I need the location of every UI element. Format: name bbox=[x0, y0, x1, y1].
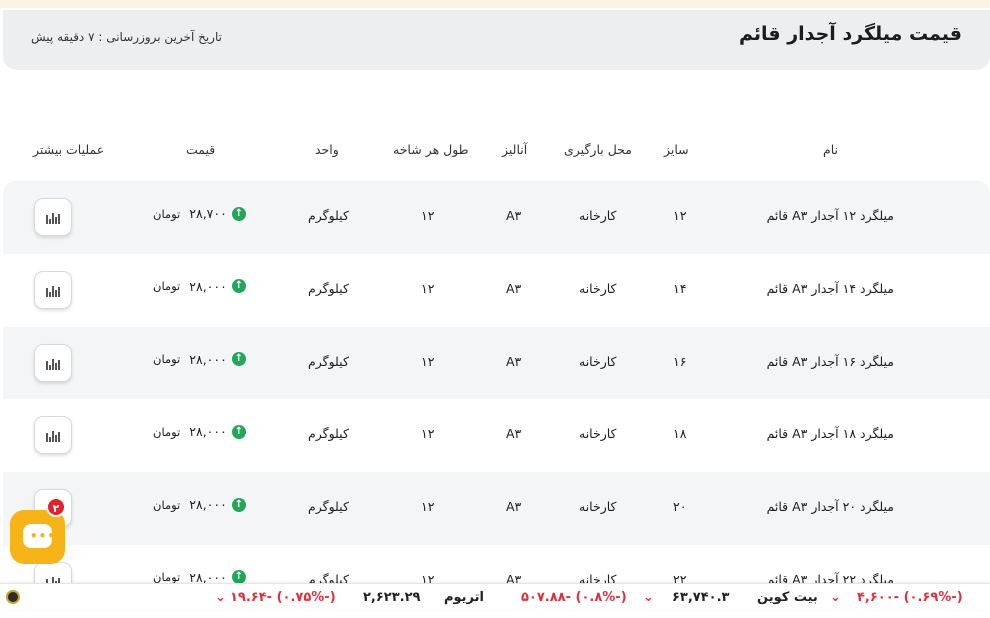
chat-dots: ••• bbox=[30, 529, 57, 543]
price-cell: ↑ ۲۸,۰۰۰ تومان bbox=[153, 424, 246, 439]
table-row: میلگرد ۱۲ آجدار A۳ قائم ۱۲ کارخانه A۳ ۱۲… bbox=[3, 181, 990, 254]
chart-button[interactable] bbox=[34, 270, 72, 309]
table-row: میلگرد ۱۸ آجدار A۳ قائم ۱۸ کارخانه A۳ ۱۲… bbox=[3, 399, 990, 472]
unit-cell: کیلوگرم bbox=[308, 426, 349, 442]
price-value: ۲۸,۰۰۰ bbox=[189, 424, 227, 440]
size-cell: ۱۶ bbox=[673, 353, 687, 369]
analysis-cell: A۳ bbox=[506, 499, 522, 515]
price-cell: ↑ ۲۸,۰۰۰ تومان bbox=[153, 352, 246, 367]
column-header-price: قیمت bbox=[186, 142, 216, 157]
ticker-item1-change: ۴,۶۰۰- (۰.۶۹%-) bbox=[857, 590, 963, 605]
ticker-ethereum-change: ۱۹.۶۴- (۰.۷۵%-) bbox=[230, 590, 336, 605]
unit-cell: کیلوگرم bbox=[308, 208, 349, 223]
chart-button[interactable] bbox=[34, 343, 72, 382]
size-cell: ۱۴ bbox=[673, 280, 687, 296]
column-header-size: سایز bbox=[664, 142, 689, 157]
ticker-bitcoin-price[interactable]: ۶۳,۷۴۰.۳ bbox=[672, 590, 729, 605]
product-name[interactable]: میلگرد ۱۶ آجدار A۳ قائم bbox=[767, 354, 894, 369]
length-cell: ۱۲ bbox=[421, 426, 435, 442]
column-header-more: عملیات بیشتر bbox=[33, 142, 105, 157]
price-cell: ↑ ۲۸,۷۰۰ تومان bbox=[153, 206, 246, 221]
price-ticker: ⌄ ۱۹.۶۴- (۰.۷۵%-) ۲,۶۲۳.۲۹ اتریوم ۵۰۷.۸۸… bbox=[0, 583, 990, 610]
product-name[interactable]: میلگرد ۱۴ آجدار A۳ قائم bbox=[767, 281, 894, 296]
analysis-cell: A۳ bbox=[506, 353, 522, 369]
bar-chart-icon bbox=[46, 285, 60, 297]
size-cell: ۱۲ bbox=[673, 208, 687, 223]
arrow-up-icon: ↑ bbox=[231, 206, 246, 221]
page-title: قیمت میلگرد آجدار قائم bbox=[738, 23, 962, 45]
unit-cell: کیلوگرم bbox=[308, 353, 349, 369]
ticker-ethereum-price[interactable]: ۲,۶۲۳.۲۹ bbox=[363, 590, 420, 605]
place-cell: کارخانه bbox=[579, 499, 617, 515]
bar-chart-icon bbox=[46, 431, 60, 443]
table-row: میلگرد ۱۴ آجدار A۳ قائم ۱۴ کارخانه A۳ ۱۲… bbox=[3, 254, 990, 327]
unit-cell: کیلوگرم bbox=[308, 499, 349, 515]
currency-label: تومان bbox=[153, 206, 181, 221]
arrow-up-icon: ↑ bbox=[231, 352, 246, 367]
length-cell: ۱۲ bbox=[421, 353, 435, 369]
price-value: ۲۸,۷۰۰ bbox=[189, 206, 227, 221]
price-value: ۲۸,۰۰۰ bbox=[189, 497, 227, 513]
place-cell: کارخانه bbox=[579, 353, 617, 369]
top-strip bbox=[0, 0, 990, 8]
length-cell: ۱۲ bbox=[421, 208, 435, 223]
column-header-analysis: آنالیز bbox=[502, 142, 528, 157]
chevron-down-icon: ⌄ bbox=[830, 590, 841, 605]
bar-chart-icon bbox=[46, 358, 60, 370]
price-value: ۲۸,۰۰۰ bbox=[189, 278, 227, 294]
arrow-up-icon: ↑ bbox=[231, 279, 246, 294]
currency-label: تومان bbox=[153, 279, 181, 294]
analysis-cell: A۳ bbox=[506, 208, 522, 223]
analysis-cell: A۳ bbox=[506, 280, 522, 296]
last-updated: تاریخ آخرین بروزرسانی : ۷ دقیقه پیش bbox=[31, 30, 222, 44]
place-cell: کارخانه bbox=[579, 208, 617, 223]
table-row: میلگرد ۲۰ آجدار A۳ قائم ۲۰ کارخانه A۳ ۱۲… bbox=[3, 472, 990, 545]
price-value: ۲۸,۰۰۰ bbox=[189, 351, 227, 367]
chart-button[interactable] bbox=[34, 416, 72, 455]
place-cell: کارخانه bbox=[579, 280, 617, 296]
column-header-name: نام bbox=[823, 142, 839, 157]
column-header-unit: واحد bbox=[315, 142, 339, 157]
analysis-cell: A۳ bbox=[506, 426, 522, 442]
currency-label: تومان bbox=[153, 424, 181, 439]
currency-label: تومان bbox=[153, 497, 181, 512]
length-cell: ۱۲ bbox=[421, 499, 435, 515]
price-cell: ↑ ۲۸,۰۰۰ تومان bbox=[153, 497, 246, 512]
chevron-down-icon: ⌄ bbox=[215, 590, 226, 605]
column-header-length: طول هر شاخه bbox=[393, 142, 469, 157]
product-name[interactable]: میلگرد ۱۲ آجدار A۳ قائم bbox=[767, 208, 894, 223]
size-cell: ۱۸ bbox=[673, 426, 687, 442]
size-cell: ۲۰ bbox=[673, 499, 687, 515]
ticker-bitcoin-name[interactable]: بیت کوین bbox=[757, 590, 818, 605]
price-cell: ↑ ۲۸,۰۰۰ تومان bbox=[153, 279, 246, 294]
unit-cell: کیلوگرم bbox=[308, 280, 349, 296]
bar-chart-icon bbox=[46, 213, 60, 224]
coin-icon bbox=[6, 590, 20, 604]
product-name[interactable]: میلگرد ۱۸ آجدار A۳ قائم bbox=[767, 426, 894, 441]
place-cell: کارخانه bbox=[579, 426, 617, 442]
price-table: میلگرد ۱۲ آجدار A۳ قائم ۱۲ کارخانه A۳ ۱۲… bbox=[3, 181, 990, 618]
product-name[interactable]: میلگرد ۲۰ آجدار A۳ قائم bbox=[767, 499, 894, 514]
ticker-bitcoin-change: ۵۰۷.۸۸- (۰.۸%-) bbox=[521, 590, 627, 605]
page-header: قیمت میلگرد آجدار قائم تاریخ آخرین بروزر… bbox=[3, 10, 990, 70]
chart-button[interactable] bbox=[34, 198, 72, 236]
currency-label: تومان bbox=[153, 352, 181, 367]
length-cell: ۱۲ bbox=[421, 280, 435, 296]
notification-badge: ۲ bbox=[46, 497, 66, 517]
column-header-place: محل بارگیری bbox=[564, 142, 632, 157]
table-row: میلگرد ۱۶ آجدار A۳ قائم ۱۶ کارخانه A۳ ۱۲… bbox=[3, 326, 990, 400]
arrow-up-icon: ↑ bbox=[231, 424, 246, 439]
support-chat-button[interactable]: ••• bbox=[10, 510, 65, 564]
arrow-up-icon: ↑ bbox=[231, 497, 246, 512]
ticker-ethereum-name[interactable]: اتریوم bbox=[444, 590, 484, 605]
chevron-down-icon: ⌄ bbox=[643, 590, 654, 605]
